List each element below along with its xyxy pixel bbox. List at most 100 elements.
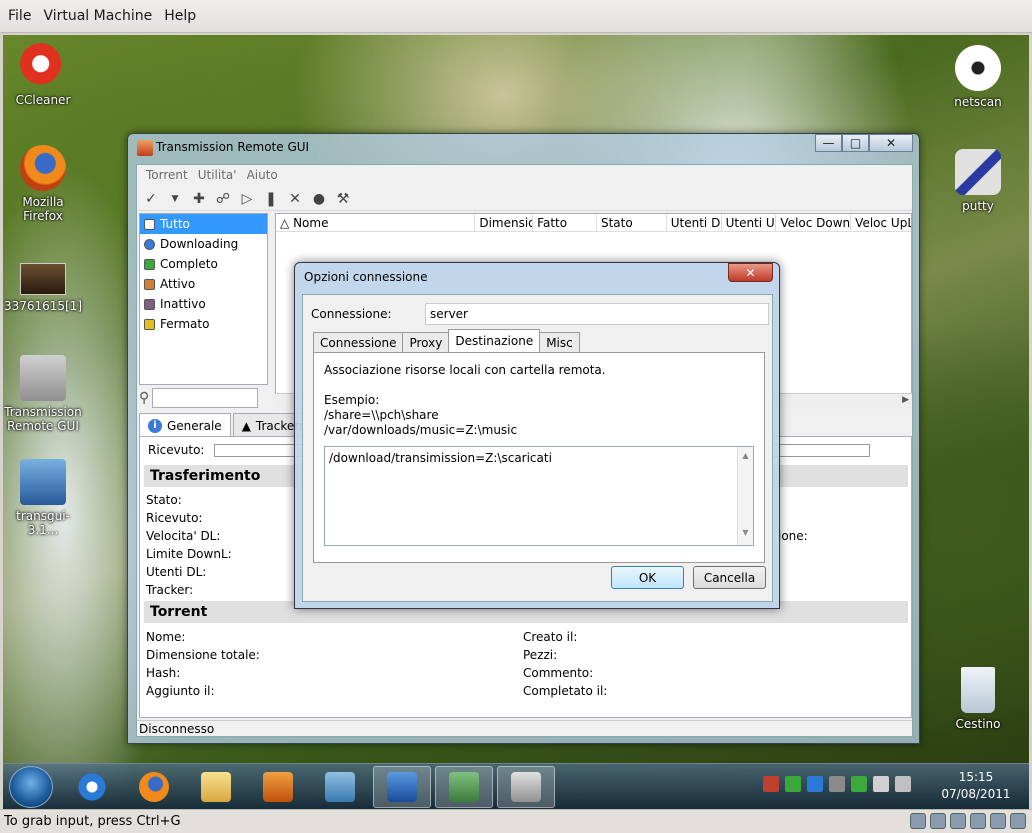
maximize-icon: □	[849, 136, 862, 150]
info-icon: i	[148, 418, 162, 433]
desktop-icon-ccleaner[interactable]: CCleaner	[3, 43, 83, 107]
taskbar-network-tool[interactable]	[311, 766, 369, 808]
media-player-icon	[263, 772, 293, 802]
tab-misc[interactable]: Misc	[539, 332, 580, 352]
desktop-icon-image[interactable]: 33761615[1]	[3, 263, 83, 313]
scroll-up-icon[interactable]: ▲	[738, 451, 753, 460]
vm-usb-icon[interactable]	[970, 813, 986, 829]
start-icon[interactable]: ▷	[237, 189, 257, 209]
dialog-title: Opzioni connessione	[304, 270, 428, 284]
taskbar-media-player[interactable]	[249, 766, 307, 808]
menu-aiuto[interactable]: Aiuto	[242, 168, 283, 182]
sort-arrow-icon: △	[280, 215, 290, 230]
tray-vm-icon[interactable]	[829, 776, 845, 792]
turtle-mode-icon[interactable]: ●	[309, 189, 329, 209]
tab-destinazione[interactable]: Destinazione	[448, 329, 541, 352]
desktop-icon-putty[interactable]: putty	[938, 149, 1018, 213]
users-icon	[449, 772, 479, 802]
vm-menu-virtual-machine[interactable]: Virtual Machine	[37, 8, 158, 24]
menu-torrent[interactable]: Torrent	[141, 168, 193, 182]
vm-audio-icon[interactable]	[990, 813, 1006, 829]
desktop-icon-transgui[interactable]: transgui-3.1...	[3, 459, 83, 537]
minimize-button[interactable]: —	[815, 134, 842, 152]
close-icon: ✕	[885, 136, 897, 150]
filter-active[interactable]: Attivo	[140, 274, 267, 294]
tab-proxy[interactable]: Proxy	[402, 332, 450, 352]
vm-network-icon[interactable]	[950, 813, 966, 829]
tracker-icon: ▲	[241, 418, 251, 433]
add-link-icon[interactable]: ☍	[213, 189, 233, 209]
desktop-icon-firefox[interactable]: Mozilla Firefox	[3, 145, 83, 223]
filter-search: ⚲	[139, 387, 268, 409]
taskbar-users[interactable]	[435, 766, 493, 808]
add-torrent-icon[interactable]: ✚	[189, 189, 209, 209]
taskbar-transmission[interactable]	[497, 766, 555, 808]
close-button[interactable]: ✕	[869, 134, 913, 152]
taskbar-clock[interactable]: 15:15 07/08/2011	[941, 769, 1011, 803]
vm-menu-help[interactable]: Help	[158, 8, 202, 24]
dropdown-arrow-icon[interactable]: ▼	[165, 189, 185, 209]
col-stato[interactable]: Stato	[597, 213, 667, 232]
col-fatto[interactable]: Fatto	[533, 213, 597, 232]
pause-icon[interactable]: ❚	[261, 189, 281, 209]
desktop-icon-netscan[interactable]: netscan	[938, 45, 1018, 109]
tray-x-icon[interactable]	[807, 776, 823, 792]
internet-explorer-icon	[77, 772, 107, 802]
field-nome: Nome:	[146, 630, 186, 644]
vm-cdrom-icon[interactable]	[930, 813, 946, 829]
mapping-description: Associazione risorse locali con cartella…	[324, 363, 606, 377]
status-bar: Disconnesso	[137, 720, 912, 738]
ccleaner-icon	[20, 43, 66, 89]
maximize-button[interactable]: □	[842, 134, 869, 152]
scroll-down-icon[interactable]: ▼	[738, 528, 753, 537]
dialog-close-button[interactable]: ✕	[728, 263, 773, 282]
desktop-icon-transmission[interactable]: Transmission Remote GUI	[3, 355, 83, 433]
filter-stopped[interactable]: Fermato	[140, 314, 267, 334]
scroll-right-icon[interactable]: ▶	[902, 395, 909, 405]
filter-downloading[interactable]: Downloading	[140, 234, 267, 254]
tray-volume-icon[interactable]	[895, 776, 911, 792]
vm-disk-icon[interactable]	[910, 813, 926, 829]
options-wrench-icon[interactable]: ⚒	[333, 189, 353, 209]
col-nome[interactable]: △ Nome	[276, 213, 476, 232]
ok-button[interactable]: OK	[611, 566, 684, 589]
menu-utilita[interactable]: Utilita'	[193, 168, 242, 182]
vm-menu-file[interactable]: File	[2, 8, 37, 24]
firefox-icon	[139, 772, 169, 802]
tab-generale[interactable]: i Generale	[139, 413, 231, 437]
filter-all[interactable]: Tutto	[140, 214, 267, 234]
taskbar: 15:15 07/08/2011	[3, 763, 1029, 809]
app-toolbar: ✓ ▼ ✚ ☍ ▷ ❚ ✕ ● ⚒	[137, 187, 912, 211]
filter-inactive[interactable]: Inattivo	[140, 294, 267, 314]
taskbar-firefox[interactable]	[125, 766, 183, 808]
cancel-button[interactable]: Cancella	[693, 566, 766, 589]
tab-connessione[interactable]: Connessione	[313, 332, 404, 352]
connect-icon[interactable]: ✓	[141, 189, 161, 209]
tray-flag-icon[interactable]	[873, 776, 889, 792]
desktop-icon-recycle-bin[interactable]: Cestino	[938, 667, 1018, 731]
firefox-icon	[20, 145, 66, 191]
taskbar-explorer[interactable]	[187, 766, 245, 808]
field-velocita-dl: Velocita' DL:	[146, 529, 221, 543]
path-mapping-textarea[interactable]: /download/transimission=Z:\scaricati	[325, 447, 737, 545]
start-button[interactable]	[9, 766, 53, 808]
path-mapping-memo: /download/transimission=Z:\scaricati ▲ ▼	[324, 446, 754, 546]
remove-icon[interactable]: ✕	[285, 189, 305, 209]
taskbar-app-blue[interactable]	[373, 766, 431, 808]
col-veloc-down[interactable]: Veloc DownL	[776, 213, 852, 232]
tray-transmission-icon[interactable]	[763, 776, 779, 792]
connection-select[interactable]	[425, 303, 769, 325]
col-utenti-dl[interactable]: Utenti DL	[667, 213, 722, 232]
tray-check-icon[interactable]	[785, 776, 801, 792]
field-ricevuto: Ricevuto:	[146, 511, 203, 525]
vm-display-icon[interactable]	[1010, 813, 1026, 829]
col-dimensione[interactable]: Dimensior	[475, 213, 534, 232]
filter-search-input[interactable]	[152, 388, 259, 408]
col-veloc-up[interactable]: Veloc UpL.	[851, 214, 911, 232]
transmission-app-icon	[137, 140, 153, 156]
filter-completed[interactable]: Completo	[140, 254, 267, 274]
tray-update-icon[interactable]	[851, 776, 867, 792]
taskbar-ie[interactable]	[63, 766, 121, 808]
memo-scrollbar[interactable]: ▲ ▼	[737, 447, 753, 545]
col-utenti-up[interactable]: Utenti UP	[722, 213, 777, 232]
